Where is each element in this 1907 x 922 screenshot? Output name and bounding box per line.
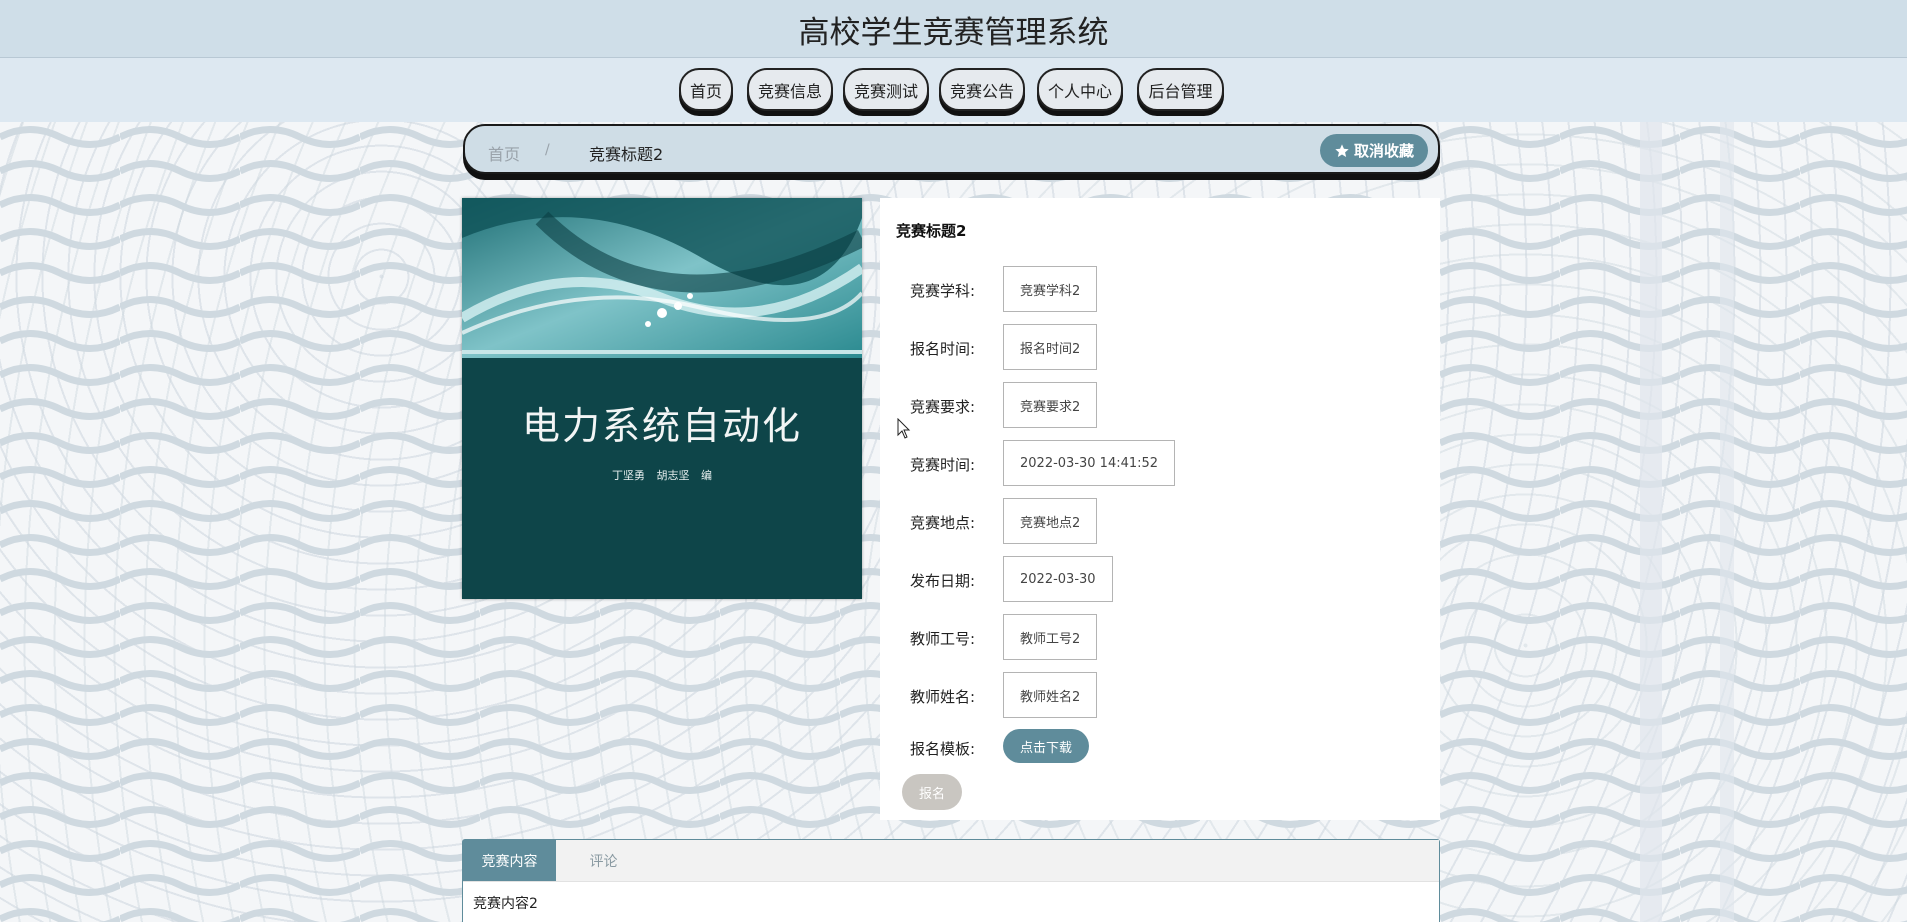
competition-cover-image: 电力系统自动化 丁坚勇 胡志坚 编 xyxy=(462,198,862,599)
field-value-subject: 竞赛学科2 xyxy=(1003,266,1098,312)
star-icon xyxy=(1335,143,1349,157)
field-label: 教师工号: xyxy=(910,630,976,648)
breadcrumb-separator: / xyxy=(545,142,550,158)
tab-comments[interactable]: 评论 xyxy=(556,840,651,881)
tab-content-text: 竞赛内容2 xyxy=(473,896,538,912)
field-row-requirements: 竞赛要求: 竞赛要求2 xyxy=(880,382,1440,428)
unfavorite-button[interactable]: 取消收藏 xyxy=(1320,134,1428,167)
field-value-teacher-id: 教师工号2 xyxy=(1003,614,1098,660)
field-label: 竞赛学科: xyxy=(910,282,976,300)
field-row-competition-time: 竞赛时间: 2022-03-30 14:41:52 xyxy=(880,440,1440,486)
field-value-location: 竞赛地点2 xyxy=(1003,498,1098,544)
field-label: 竞赛时间: xyxy=(910,456,976,474)
unfavorite-label: 取消收藏 xyxy=(1353,142,1414,160)
breadcrumb-home-link[interactable]: 首页 xyxy=(488,141,520,165)
field-label: 竞赛要求: xyxy=(910,398,976,416)
nav-item-admin[interactable]: 后台管理 xyxy=(1137,68,1224,111)
nav-item-personal-center[interactable]: 个人中心 xyxy=(1037,68,1123,111)
field-label: 报名模板: xyxy=(910,740,976,758)
field-row-signup-template: 报名模板: 点击下载 xyxy=(880,729,1440,775)
signup-button[interactable]: 报名 xyxy=(902,774,962,810)
cover-title: 电力系统自动化 xyxy=(521,404,802,448)
nav-item-home[interactable]: 首页 xyxy=(679,68,733,111)
field-row-teacher-name: 教师姓名: 教师姓名2 xyxy=(880,672,1440,718)
competition-detail-panel: 竞赛标题2 竞赛学科: 竞赛学科2 报名时间: 报名时间2 竞赛要求: 竞赛要求… xyxy=(880,198,1440,820)
mouse-cursor-icon xyxy=(897,418,911,439)
tab-bar: 竞赛内容 评论 xyxy=(463,840,1439,882)
field-row-location: 竞赛地点: 竞赛地点2 xyxy=(880,498,1440,544)
tab-competition-content[interactable]: 竞赛内容 xyxy=(463,840,556,881)
breadcrumb: 首页 / 竞赛标题2 取消收藏 xyxy=(463,124,1440,174)
download-template-button[interactable]: 点击下载 xyxy=(1003,729,1089,763)
field-label: 报名时间: xyxy=(910,340,976,358)
field-value-requirements: 竞赛要求2 xyxy=(1003,382,1098,428)
cover-wave-art xyxy=(462,198,862,358)
field-row-publish-date: 发布日期: 2022-03-30 xyxy=(880,556,1440,602)
field-label: 竞赛地点: xyxy=(910,514,976,532)
competition-title: 竞赛标题2 xyxy=(896,222,967,240)
field-value-publish-date: 2022-03-30 xyxy=(1003,556,1113,602)
nav-item-competition-info[interactable]: 竞赛信息 xyxy=(747,68,833,111)
main-nav: 首页 竞赛信息 竞赛测试 竞赛公告 个人中心 后台管理 xyxy=(0,58,1907,122)
field-label: 教师姓名: xyxy=(910,688,976,706)
field-row-teacher-id: 教师工号: 教师工号2 xyxy=(880,614,1440,660)
site-title: 高校学生竞赛管理系统 xyxy=(798,15,1109,51)
field-value-teacher-name: 教师姓名2 xyxy=(1003,672,1098,718)
nav-item-competition-notice[interactable]: 竞赛公告 xyxy=(939,68,1025,111)
field-row-subject: 竞赛学科: 竞赛学科2 xyxy=(880,266,1440,312)
breadcrumb-current: 竞赛标题2 xyxy=(589,145,664,164)
field-value-signup-time: 报名时间2 xyxy=(1003,324,1098,370)
content-tabs: 竞赛内容 评论 竞赛内容2 xyxy=(462,839,1440,922)
nav-item-competition-test[interactable]: 竞赛测试 xyxy=(843,68,929,111)
site-header: 高校学生竞赛管理系统 xyxy=(0,0,1907,58)
cover-authors: 丁坚勇 胡志坚 编 xyxy=(612,469,712,482)
field-value-competition-time: 2022-03-30 14:41:52 xyxy=(1003,440,1176,486)
field-label: 发布日期: xyxy=(910,572,976,590)
field-row-signup-time: 报名时间: 报名时间2 xyxy=(880,324,1440,370)
